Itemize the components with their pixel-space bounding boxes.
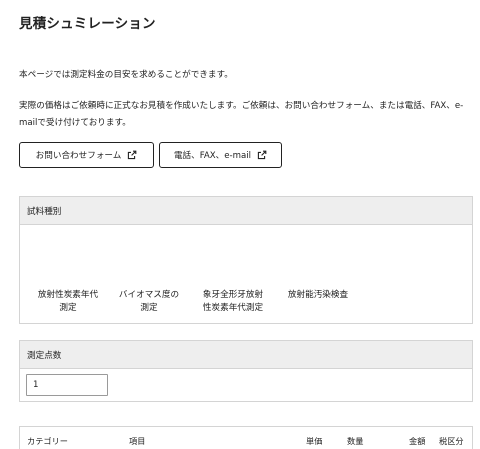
measurement-count-input[interactable]: 1	[26, 374, 108, 396]
column-header-category: カテゴリー	[27, 436, 68, 446]
column-header-amount: 金額	[409, 436, 426, 446]
contact-form-label: お問い合わせフォーム	[35, 151, 122, 161]
phone-fax-email-button[interactable]: 電話、FAX、e-mail	[159, 142, 282, 168]
sample-type-biomass[interactable]: バイオマス度の 測定	[113, 289, 185, 315]
contact-form-button[interactable]: お問い合わせフォーム	[19, 142, 154, 168]
phone-fax-email-label: 電話、FAX、e-mail	[173, 151, 252, 161]
column-header-item: 項目	[129, 436, 146, 446]
estimate-table: カテゴリー 項目 単価 数量 金額 税区分	[19, 426, 473, 449]
column-header-tax-category: 税区分	[439, 436, 464, 446]
measurement-count-panel: 測定点数 1	[19, 340, 473, 402]
column-header-quantity: 数量	[347, 436, 364, 446]
sample-type-header: 試料種別	[20, 197, 472, 225]
description-text: 実際の価格はご依頼時に正式なお見積を作成いたします。ご依頼は、お問い合わせフォー…	[19, 101, 464, 128]
external-link-icon	[257, 150, 267, 160]
sample-type-panel: 試料種別 放射性炭素年代 測定 バイオマス度の 測定 象牙全形牙放射 性炭素年代…	[19, 196, 473, 324]
external-link-icon	[128, 150, 137, 160]
sample-type-radiocarbon[interactable]: 放射性炭素年代 測定	[29, 289, 107, 315]
measurement-count-header: 測定点数	[20, 341, 472, 369]
page-title: 見積シュミレーション	[19, 16, 156, 32]
intro-text: 本ページでは測定料金の目安を求めることができます。	[19, 70, 233, 80]
sample-type-ivory[interactable]: 象牙全形牙放射 性炭素年代測定	[197, 289, 269, 315]
column-header-unit-price: 単価	[306, 436, 323, 446]
sample-type-radiation[interactable]: 放射能汚染検査	[282, 289, 354, 302]
